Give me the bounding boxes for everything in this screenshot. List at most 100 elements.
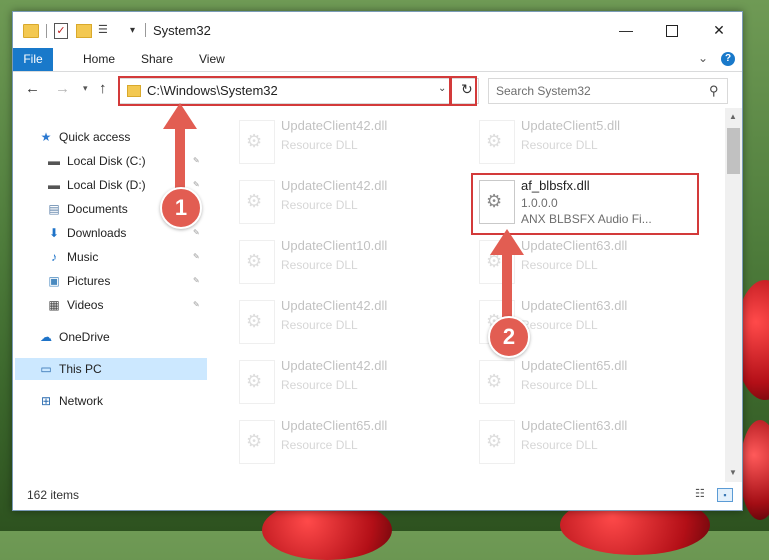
file-type: Resource DLL (521, 438, 598, 452)
maximize-button[interactable] (649, 12, 695, 48)
tab-share[interactable]: Share (133, 48, 181, 71)
scroll-down-icon[interactable]: ▼ (729, 468, 737, 477)
file-tile[interactable]: ⚙ UpdateClient42.dll Resource DLL (233, 294, 463, 350)
file-name: UpdateClient42.dll (281, 358, 388, 373)
status-bar: 162 items ☷ ▪ (13, 482, 742, 510)
tab-view[interactable]: View (191, 48, 233, 71)
file-name: UpdateClient63.dll (521, 238, 628, 253)
file-tile[interactable]: ⚙ UpdateClient42.dll Resource DLL (233, 354, 463, 410)
sidebar-item[interactable]: ⊞ Network (39, 390, 203, 412)
file-tile[interactable]: ⚙ UpdateClient63.dll Resource DLL (473, 414, 703, 470)
dll-file-icon: ⚙ (239, 180, 275, 224)
back-arrow-icon[interactable]: ← (25, 80, 40, 97)
gear-icon: ⚙ (246, 251, 263, 271)
folder-icon[interactable] (23, 24, 39, 38)
step2-arrow-head (490, 229, 524, 255)
file-tile[interactable]: ⚙ UpdateClient42.dll Resource DLL (233, 114, 463, 170)
vertical-scrollbar[interactable]: ▲ ▼ (725, 108, 742, 482)
dll-file-icon: ⚙ (239, 120, 275, 164)
scroll-thumb[interactable] (727, 128, 740, 174)
file-type: Resource DLL (281, 438, 358, 452)
search-icon[interactable]: ⚲ (709, 83, 719, 99)
step2-arrow-shaft (502, 250, 512, 322)
toolbar-divider (46, 24, 47, 38)
dll-file-icon: ⚙ (479, 360, 515, 404)
computer-icon: ▭ (40, 362, 52, 376)
file-type: Resource DLL (521, 138, 598, 152)
title-bar: ✓ ☰ ▾ System32 — ✕ (13, 12, 742, 48)
gear-icon: ⚙ (246, 191, 263, 211)
customize-toolbar-icon[interactable]: ☰ (98, 24, 112, 36)
sidebar-item[interactable]: ▦ Videos ✎ (47, 294, 203, 316)
step1-arrow-head (163, 103, 197, 129)
expand-ribbon-icon[interactable]: ⌄ (698, 51, 708, 65)
dll-file-icon: ⚙ (239, 300, 275, 344)
step1-callout: 1 (160, 187, 202, 229)
file-type: Resource DLL (281, 378, 358, 392)
file-type: Resource DLL (521, 258, 598, 272)
dll-file-icon: ⚙ (239, 420, 275, 464)
recent-locations-icon[interactable]: ▾ (83, 83, 88, 94)
close-button[interactable]: ✕ (696, 12, 742, 48)
sidebar-item-label: Videos (67, 298, 104, 312)
file-tile[interactable]: ⚙ UpdateClient5.dll Resource DLL (473, 114, 703, 170)
documents-icon: ▤ (48, 202, 60, 216)
file-tile[interactable]: ⚙ UpdateClient42.dll Resource DLL (233, 174, 463, 230)
sidebar-item[interactable]: ♪ Music ✎ (47, 246, 203, 268)
pin-icon[interactable]: ✎ (193, 222, 200, 244)
download-icon: ⬇ (48, 226, 60, 240)
sidebar-item-label: Downloads (67, 226, 127, 240)
dll-file-icon: ⚙ (239, 240, 275, 284)
tab-home[interactable]: Home (75, 48, 123, 71)
file-tile[interactable]: ⚙ UpdateClient65.dll Resource DLL (233, 414, 463, 470)
sidebar-item-label: Quick access (59, 130, 131, 144)
up-arrow-icon[interactable]: ↑ (99, 80, 107, 97)
scroll-up-icon[interactable]: ▲ (729, 112, 737, 121)
refresh-highlight-box (449, 76, 477, 106)
music-icon: ♪ (51, 250, 57, 264)
dll-file-icon: ⚙ (239, 360, 275, 404)
maximize-icon (666, 25, 678, 38)
large-icons-view-icon[interactable]: ▪ (717, 488, 733, 502)
help-icon[interactable]: ? (721, 52, 735, 66)
sidebar-item[interactable]: ▣ Pictures ✎ (47, 270, 203, 292)
file-name: UpdateClient63.dll (521, 298, 628, 313)
file-name: UpdateClient65.dll (521, 358, 628, 373)
file-name: UpdateClient63.dll (521, 418, 628, 433)
tab-file[interactable]: File (13, 48, 53, 71)
gear-icon: ⚙ (246, 371, 263, 391)
pin-icon[interactable]: ✎ (193, 246, 200, 268)
network-icon: ⊞ (40, 394, 52, 408)
drive-icon: ▬ (48, 178, 60, 192)
background-flower (740, 420, 769, 520)
details-view-icon[interactable]: ☷ (695, 488, 709, 500)
new-folder-icon[interactable] (76, 24, 92, 38)
properties-check-icon[interactable]: ✓ (54, 23, 68, 39)
address-highlight-box (118, 76, 452, 106)
search-input[interactable]: Search System32 ⚲ (488, 78, 728, 104)
pin-icon[interactable]: ✎ (193, 270, 200, 292)
pin-icon[interactable]: ✎ (193, 150, 200, 172)
file-tile[interactable]: ⚙ UpdateClient65.dll Resource DLL (473, 354, 703, 410)
pin-icon[interactable]: ✎ (193, 294, 200, 316)
gear-icon: ⚙ (486, 371, 503, 391)
step1-arrow-shaft (175, 124, 185, 194)
file-name: UpdateClient42.dll (281, 118, 388, 133)
file-type: Resource DLL (281, 138, 358, 152)
chevron-down-icon[interactable]: ▾ (130, 25, 135, 41)
file-tile[interactable]: ⚙ UpdateClient10.dll Resource DLL (233, 234, 463, 290)
sidebar-item-label: Documents (67, 202, 128, 216)
sidebar-item-label: Pictures (67, 274, 111, 288)
minimize-button[interactable]: — (603, 12, 649, 48)
address-row: ← → ▾ ↑ C:\Windows\System32 ⌄ ↻ Search S… (13, 72, 742, 108)
title-divider (145, 23, 146, 37)
sidebar-item[interactable]: ▭ This PC (39, 358, 203, 380)
sidebar-item-label: Local Disk (D:) (67, 178, 146, 192)
forward-arrow-icon[interactable]: → (55, 80, 70, 97)
sidebar-item[interactable]: ☁ OneDrive (39, 326, 203, 348)
sidebar-item-label: Music (67, 250, 99, 264)
file-type: Resource DLL (521, 378, 598, 392)
file-type: Resource DLL (281, 318, 358, 332)
dll-file-icon: ⚙ (479, 120, 515, 164)
file-name: UpdateClient42.dll (281, 298, 388, 313)
